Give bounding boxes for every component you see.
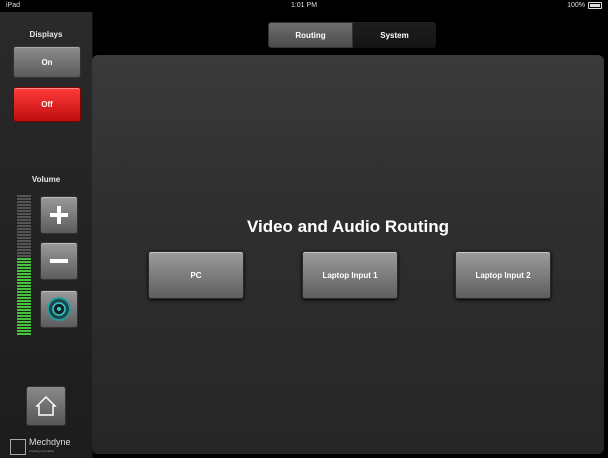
volume-meter-segment: [17, 231, 31, 233]
volume-meter-segment: [17, 255, 31, 257]
volume-meter-segment: [17, 333, 31, 335]
battery-icon: [588, 2, 602, 9]
volume-meter-segment: [17, 195, 31, 197]
volume-label: Volume: [31, 175, 61, 184]
volume-meter-segment: [17, 303, 31, 305]
volume-meter-segment: [17, 237, 31, 239]
volume-meter: [17, 195, 31, 337]
clock: 1:01 PM: [290, 2, 318, 9]
tab-system[interactable]: System: [353, 22, 436, 48]
volume-meter-segment: [17, 210, 31, 212]
source-laptop-2-button[interactable]: Laptop Input 2: [455, 251, 551, 299]
volume-meter-segment: [17, 222, 31, 224]
volume-meter-segment: [17, 207, 31, 209]
volume-meter-segment: [17, 240, 31, 242]
volume-meter-segment: [17, 219, 31, 221]
volume-meter-segment: [17, 273, 31, 275]
page-title: Video and Audio Routing: [246, 217, 450, 236]
volume-meter-segment: [17, 288, 31, 290]
volume-meter-segment: [17, 318, 31, 320]
volume-meter-segment: [17, 228, 31, 230]
volume-meter-segment: [17, 309, 31, 311]
volume-meter-segment: [17, 216, 31, 218]
volume-meter-segment: [17, 267, 31, 269]
volume-meter-segment: [17, 306, 31, 308]
plus-icon: [50, 206, 68, 224]
volume-meter-segment: [17, 213, 31, 215]
display-off-button[interactable]: Off: [13, 87, 81, 122]
volume-meter-segment: [17, 315, 31, 317]
volume-meter-segment: [17, 261, 31, 263]
source-pc-button[interactable]: PC: [148, 251, 244, 299]
sidebar: Displays On Off Volume Mechdyne creating…: [0, 12, 93, 458]
routing-panel: Video and Audio Routing PC Laptop Input …: [92, 55, 604, 454]
tab-bar: Routing System: [268, 22, 436, 48]
volume-meter-segment: [17, 330, 31, 332]
volume-meter-segment: [17, 327, 31, 329]
source-laptop-1-button[interactable]: Laptop Input 1: [302, 251, 398, 299]
battery-percent: 100%: [567, 2, 585, 9]
volume-meter-segment: [17, 201, 31, 203]
brand-logo: Mechdyne creating innovation: [10, 436, 90, 458]
volume-meter-segment: [17, 243, 31, 245]
status-bar: iPad 1:01 PM 100%: [0, 0, 608, 12]
speaker-icon: [47, 297, 71, 321]
displays-label: Displays: [29, 30, 63, 39]
volume-meter-segment: [17, 198, 31, 200]
volume-meter-segment: [17, 270, 31, 272]
volume-meter-segment: [17, 258, 31, 260]
minus-icon: [50, 259, 68, 263]
volume-up-button[interactable]: [40, 196, 78, 234]
brand-tagline: creating innovation: [29, 449, 55, 453]
tab-routing[interactable]: Routing: [268, 22, 353, 48]
brand-name: Mechdyne: [29, 437, 71, 447]
volume-meter-segment: [17, 300, 31, 302]
volume-meter-segment: [17, 276, 31, 278]
volume-meter-segment: [17, 246, 31, 248]
home-icon: [35, 395, 57, 416]
volume-meter-segment: [17, 204, 31, 206]
display-on-button[interactable]: On: [13, 46, 81, 78]
volume-meter-segment: [17, 312, 31, 314]
home-button[interactable]: [26, 386, 66, 426]
volume-meter-segment: [17, 324, 31, 326]
battery-indicator: 100%: [567, 2, 602, 9]
volume-meter-segment: [17, 282, 31, 284]
volume-meter-segment: [17, 249, 31, 251]
volume-meter-segment: [17, 225, 31, 227]
mute-button[interactable]: [40, 290, 78, 328]
volume-meter-segment: [17, 291, 31, 293]
volume-down-button[interactable]: [40, 242, 78, 280]
volume-meter-segment: [17, 264, 31, 266]
volume-meter-segment: [17, 321, 31, 323]
volume-meter-segment: [17, 294, 31, 296]
brand-mark-icon: [10, 439, 26, 455]
volume-meter-segment: [17, 234, 31, 236]
volume-meter-segment: [17, 297, 31, 299]
volume-meter-segment: [17, 279, 31, 281]
volume-meter-segment: [17, 285, 31, 287]
volume-meter-segment: [17, 252, 31, 254]
